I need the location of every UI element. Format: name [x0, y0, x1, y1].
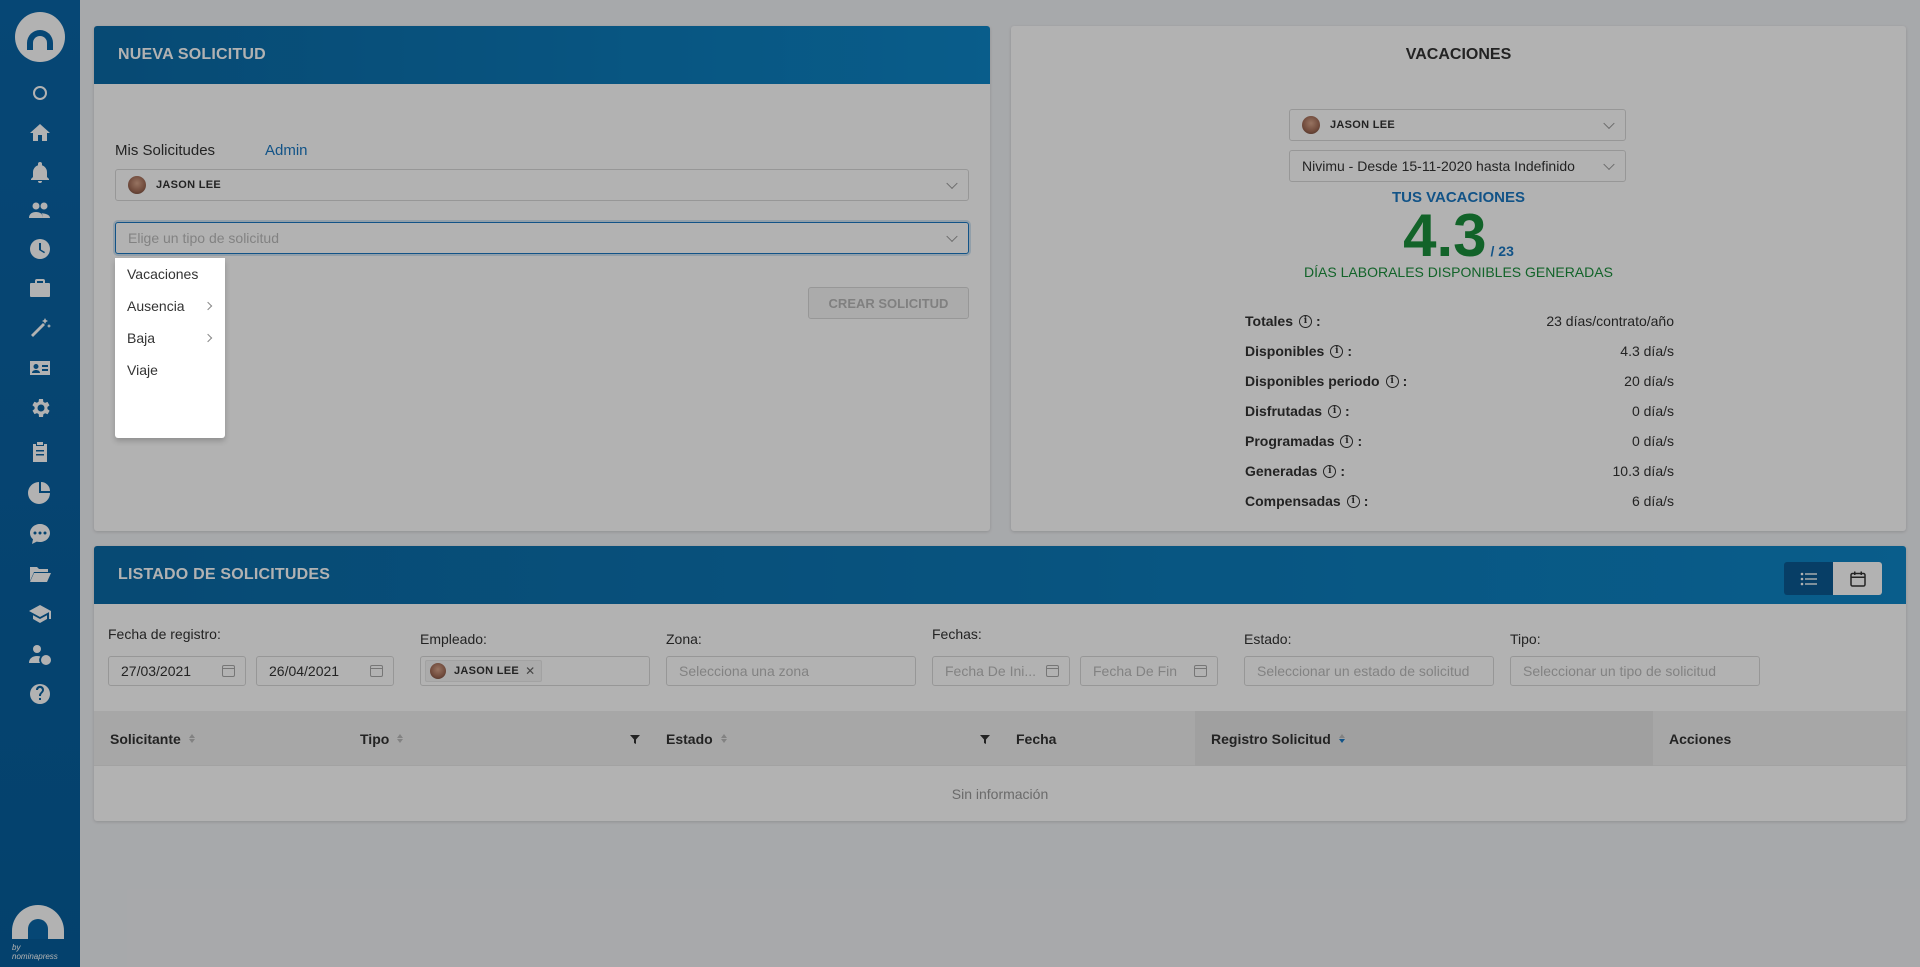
dropdown-backdrop[interactable] [0, 0, 1920, 967]
dropdown-item-ausencia[interactable]: Ausencia [115, 290, 225, 322]
dropdown-item-viaje[interactable]: Viaje [115, 354, 225, 386]
dropdown-item-label: Baja [127, 330, 156, 346]
dropdown-item-vacaciones[interactable]: Vacaciones [115, 258, 225, 290]
dropdown-item-label: Viaje [127, 362, 158, 378]
dropdown-item-label: Ausencia [127, 298, 185, 314]
dropdown-item-baja[interactable]: Baja [115, 322, 225, 354]
request-type-dropdown: Vacaciones Ausencia Baja Viaje [115, 258, 225, 438]
chevron-right-icon [203, 333, 213, 343]
dropdown-item-label: Vacaciones [127, 266, 199, 282]
chevron-right-icon [203, 301, 213, 311]
